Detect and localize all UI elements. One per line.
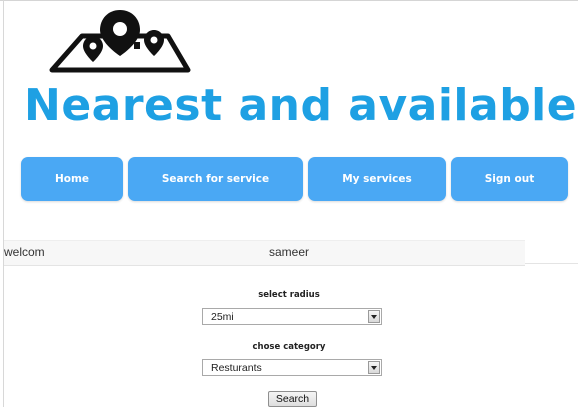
category-select[interactable]: Resturants — [202, 359, 382, 376]
radius-label: select radius — [258, 290, 320, 300]
nav-sign-out-button[interactable]: Sign out — [451, 157, 568, 201]
page: Nearest and available Home Search for se… — [0, 0, 578, 407]
radius-select-value: 25mi — [211, 311, 234, 323]
category-select-value: Resturants — [211, 362, 262, 374]
main-nav: Home Search for service My services Sign… — [21, 157, 576, 201]
welcome-bar — [4, 240, 525, 266]
username: sameer — [269, 245, 310, 259]
chevron-down-icon[interactable] — [368, 310, 380, 323]
welcome-divider — [525, 263, 578, 264]
nav-home-button[interactable]: Home — [21, 157, 123, 201]
site-title: Nearest and available — [24, 80, 578, 131]
chevron-down-icon[interactable] — [368, 361, 380, 374]
nav-my-services-button[interactable]: My services — [308, 157, 446, 201]
radius-select[interactable]: 25mi — [202, 308, 382, 325]
map-pins-icon — [49, 10, 191, 73]
search-button[interactable]: Search — [268, 391, 317, 407]
category-label: chose category — [252, 342, 326, 352]
nav-search-service-button[interactable]: Search for service — [128, 157, 303, 201]
welcome-label: welcom — [4, 245, 45, 259]
